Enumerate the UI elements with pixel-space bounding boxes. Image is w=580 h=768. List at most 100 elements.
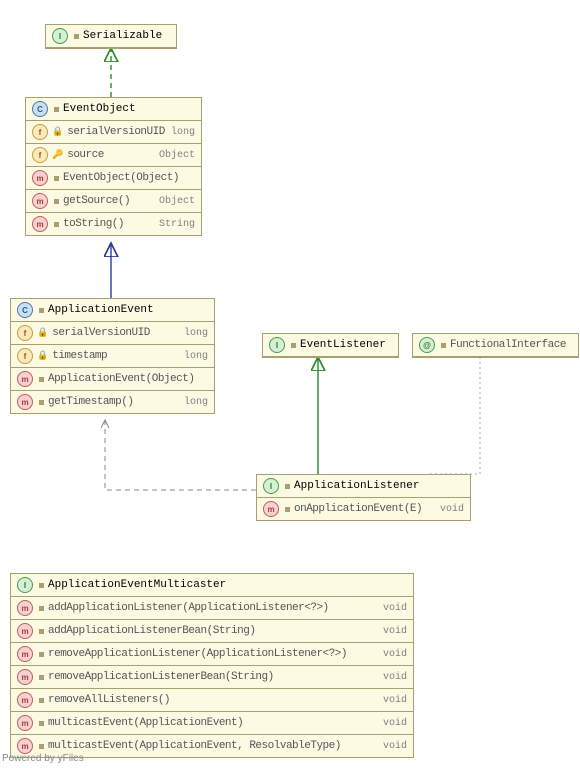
method-name: EventObject(Object) bbox=[63, 172, 179, 184]
method-icon: m bbox=[17, 715, 33, 731]
method-type: String bbox=[159, 219, 195, 230]
method-row: m removeAllListeners() void bbox=[11, 689, 413, 712]
vis-icon bbox=[39, 721, 44, 726]
method-type: void bbox=[383, 672, 407, 683]
vis-icon bbox=[285, 484, 290, 489]
vis-icon bbox=[285, 507, 290, 512]
lock-icon: 🔒 bbox=[37, 328, 48, 338]
method-icon: m bbox=[32, 216, 48, 232]
method-row: m addApplicationListener(ApplicationListe… bbox=[11, 597, 413, 620]
field-icon: f bbox=[17, 348, 33, 364]
method-row: m toString() String bbox=[26, 213, 201, 235]
class-eventobject[interactable]: CEventObject f🔒serialVersionUIDlong f🔑so… bbox=[25, 97, 202, 236]
field-name: source bbox=[67, 149, 104, 161]
class-icon: C bbox=[32, 101, 48, 117]
vis-icon bbox=[39, 400, 44, 405]
annotation-icon: @ bbox=[419, 337, 435, 353]
field-icon: f bbox=[32, 124, 48, 140]
method-type: long bbox=[184, 397, 208, 408]
method-row: m getSource() Object bbox=[26, 190, 201, 213]
lock-icon: 🔒 bbox=[37, 351, 48, 361]
method-icon: m bbox=[17, 692, 33, 708]
method-name: addApplicationListenerBean(String) bbox=[48, 625, 255, 637]
field-row: f🔒serialVersionUIDlong bbox=[26, 121, 201, 144]
method-name: toString() bbox=[63, 218, 124, 230]
method-type: void bbox=[383, 718, 407, 729]
method-name: onApplicationEvent(E) bbox=[294, 503, 422, 515]
class-title: ApplicationEvent bbox=[48, 304, 154, 316]
method-name: addApplicationListener(ApplicationListen… bbox=[48, 602, 329, 614]
method-row: m removeApplicationListenerBean(String) vo… bbox=[11, 666, 413, 689]
class-title: ApplicationListener bbox=[294, 480, 419, 492]
class-functionalinterface[interactable]: @FunctionalInterface bbox=[412, 333, 579, 358]
method-type: void bbox=[383, 626, 407, 637]
method-icon: m bbox=[17, 394, 33, 410]
vis-icon bbox=[291, 343, 296, 348]
method-icon: m bbox=[32, 170, 48, 186]
key-icon: 🔑 bbox=[52, 150, 63, 160]
class-serializable[interactable]: ISerializable bbox=[45, 24, 177, 49]
method-icon: m bbox=[17, 738, 33, 754]
method-row: m getTimestamp() long bbox=[11, 391, 214, 413]
method-row: maddApplicationListenerBean(String)void bbox=[11, 620, 413, 643]
method-icon: m bbox=[17, 600, 33, 616]
vis-icon bbox=[39, 377, 44, 382]
method-icon: m bbox=[263, 501, 279, 517]
class-icon: C bbox=[17, 302, 33, 318]
method-name: ApplicationEvent(Object) bbox=[48, 373, 194, 385]
method-row: m removeApplicationListener(ApplicationLi… bbox=[11, 643, 413, 666]
class-title: EventObject bbox=[63, 103, 136, 115]
field-row: f 🔒 timestamp long bbox=[11, 345, 214, 368]
method-name: multicastEvent(ApplicationEvent, Resolva… bbox=[48, 740, 341, 752]
field-icon: f bbox=[17, 325, 33, 341]
method-icon: m bbox=[17, 646, 33, 662]
method-row: mmulticastEvent(ApplicationEvent)void bbox=[11, 712, 413, 735]
method-type: void bbox=[383, 603, 407, 614]
class-title: Serializable bbox=[83, 30, 162, 42]
field-type: long bbox=[184, 351, 208, 362]
footer-text: Powered by yFiles bbox=[2, 753, 84, 764]
method-name: getTimestamp() bbox=[48, 396, 133, 408]
field-icon: f bbox=[32, 147, 48, 163]
class-applicationlistener[interactable]: IApplicationListener monApplicationEvent… bbox=[256, 474, 471, 521]
vis-icon bbox=[54, 176, 59, 181]
interface-icon: I bbox=[269, 337, 285, 353]
class-title: ApplicationEventMulticaster bbox=[48, 579, 226, 591]
method-type: void bbox=[383, 649, 407, 660]
class-title: EventListener bbox=[300, 339, 386, 351]
vis-icon bbox=[39, 583, 44, 588]
interface-icon: I bbox=[17, 577, 33, 593]
method-type: void bbox=[440, 504, 464, 515]
field-row: f 🔑 source Object bbox=[26, 144, 201, 167]
vis-icon bbox=[441, 343, 446, 348]
class-eventlistener[interactable]: I EventListener bbox=[262, 333, 399, 358]
vis-icon bbox=[39, 606, 44, 611]
field-name: serialVersionUID bbox=[67, 126, 165, 138]
vis-icon bbox=[74, 34, 79, 39]
method-type: Object bbox=[159, 196, 195, 207]
method-type: void bbox=[383, 741, 407, 752]
class-multicaster[interactable]: I ApplicationEventMulticaster m addApplica… bbox=[10, 573, 414, 758]
lock-icon: 🔒 bbox=[52, 127, 63, 137]
vis-icon bbox=[39, 629, 44, 634]
vis-icon bbox=[54, 107, 59, 112]
class-applicationevent[interactable]: C ApplicationEvent f 🔒 serialVersionUID long… bbox=[10, 298, 215, 414]
method-row: mApplicationEvent(Object) bbox=[11, 368, 214, 391]
method-name: removeAllListeners() bbox=[48, 694, 170, 706]
vis-icon bbox=[39, 308, 44, 313]
vis-icon bbox=[54, 199, 59, 204]
vis-icon bbox=[39, 744, 44, 749]
field-name: serialVersionUID bbox=[52, 327, 150, 339]
method-name: getSource() bbox=[63, 195, 130, 207]
method-type: void bbox=[383, 695, 407, 706]
field-row: f🔒serialVersionUIDlong bbox=[11, 322, 214, 345]
field-name: timestamp bbox=[52, 350, 107, 362]
method-name: removeApplicationListenerBean(String) bbox=[48, 671, 274, 683]
method-icon: m bbox=[17, 669, 33, 685]
vis-icon bbox=[54, 222, 59, 227]
method-name: removeApplicationListener(ApplicationLis… bbox=[48, 648, 347, 660]
method-row: m EventObject(Object) bbox=[26, 167, 201, 190]
vis-icon bbox=[39, 675, 44, 680]
method-icon: m bbox=[32, 193, 48, 209]
field-type: Object bbox=[159, 150, 195, 161]
